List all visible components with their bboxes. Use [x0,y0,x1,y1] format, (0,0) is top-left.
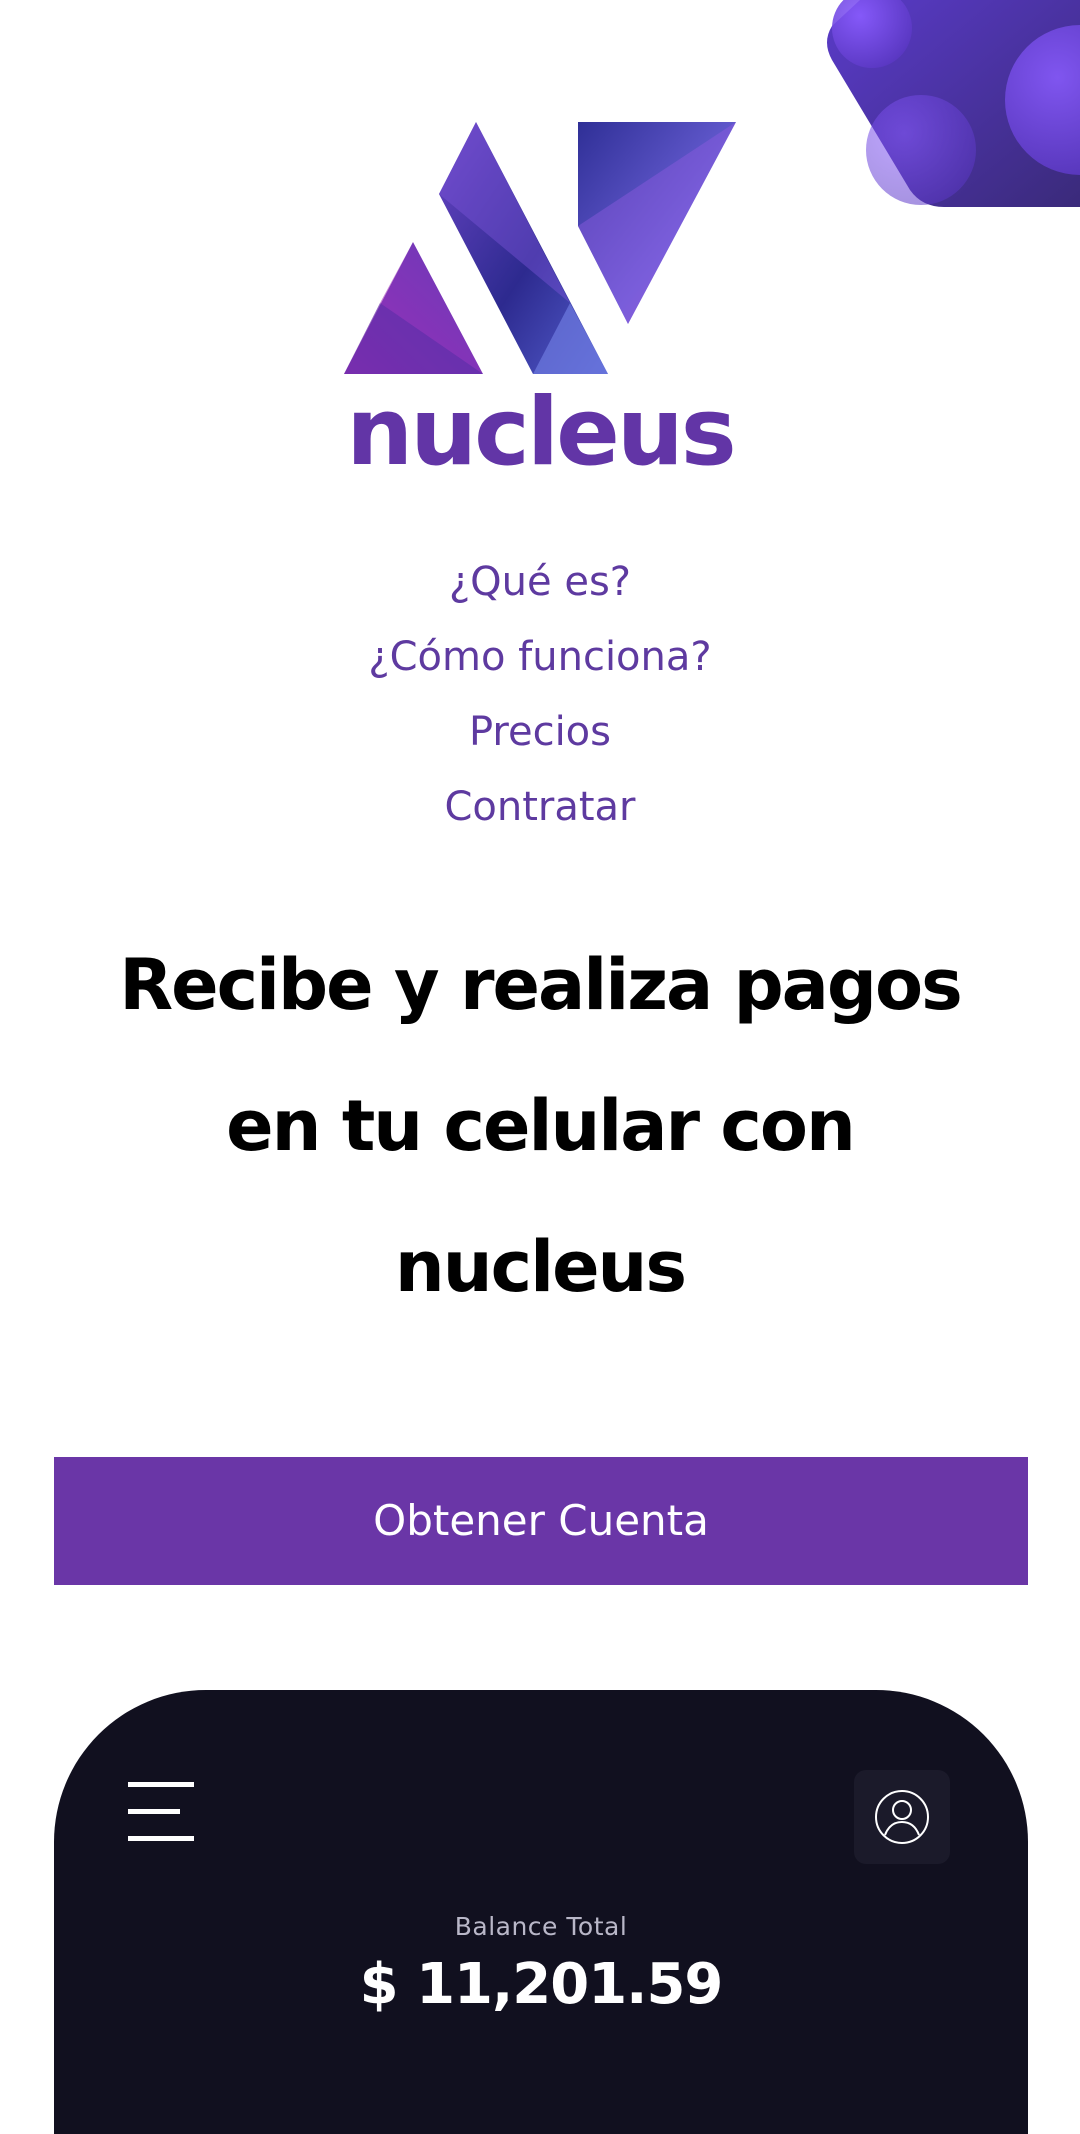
nav-item-precios[interactable]: Precios [0,698,1080,773]
hamburger-menu-icon[interactable] [128,1782,198,1842]
corner-decoration-icon [827,0,1080,207]
landing-page: nucleus ¿Qué es? ¿Cómo funciona? Precios… [0,0,1080,2134]
nucleus-logo-icon [344,122,736,374]
nav-item-que-es[interactable]: ¿Qué es? [0,548,1080,623]
user-profile-icon [875,1790,929,1844]
hero-headline: Recibe y realiza pagos en tu celular con… [40,915,1040,1338]
main-nav: ¿Qué es? ¿Cómo funciona? Precios Contrat… [0,548,1080,848]
profile-button[interactable] [854,1770,950,1864]
balance-label: Balance Total [454,1912,628,1941]
hero-line-1: Recibe y realiza pagos [119,944,963,1026]
app-preview-mockup: Balance Total $ 11,201.59 [54,1690,1028,2134]
get-account-button[interactable]: Obtener Cuenta [54,1457,1028,1585]
balance-amount: $ 11,201.59 [359,1952,724,2017]
hero-line-2: en tu celular con [226,1085,856,1167]
brand-wordmark: nucleus [346,378,736,487]
nav-item-como-funciona[interactable]: ¿Cómo funciona? [0,623,1080,698]
nav-item-contratar[interactable]: Contratar [0,773,1080,848]
hero-line-3: nucleus [394,1226,687,1308]
